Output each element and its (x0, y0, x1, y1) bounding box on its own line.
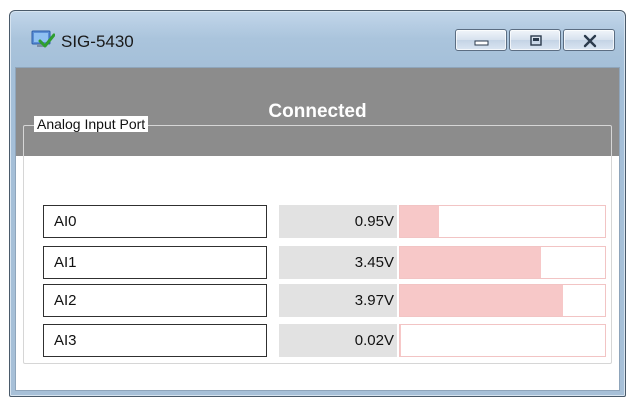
port-name-field[interactable]: AI3 (43, 324, 267, 357)
voltage-level-fill (400, 325, 401, 356)
voltage-level-bar (399, 324, 606, 357)
app-check-icon (31, 29, 56, 51)
port-name-field[interactable]: AI0 (43, 205, 267, 238)
analog-input-group-label: Analog Input Port (34, 116, 149, 132)
window-title: SIG-5430 (61, 32, 134, 51)
voltage-level-bar (399, 205, 606, 238)
voltage-level-fill (400, 285, 563, 316)
analog-port-row-ai1: AI1 3.45V (43, 246, 606, 280)
voltage-level-fill (400, 206, 439, 237)
voltage-level-bar (399, 284, 606, 317)
voltage-level-bar (399, 246, 606, 279)
minimize-icon (474, 40, 489, 46)
close-icon (583, 34, 597, 48)
port-voltage-readout: 0.95V (279, 205, 397, 238)
minimize-button[interactable] (455, 29, 507, 51)
close-button[interactable] (563, 29, 615, 51)
port-voltage-readout: 0.02V (279, 324, 397, 357)
analog-port-row-ai2: AI2 3.97V (43, 284, 606, 318)
port-voltage-readout: 3.97V (279, 284, 397, 317)
port-voltage-readout: 3.45V (279, 246, 397, 279)
port-name-field[interactable]: AI2 (43, 284, 267, 317)
maximize-button[interactable] (509, 29, 561, 51)
analog-port-row-ai3: AI3 0.02V (43, 324, 606, 358)
analog-port-row-ai0: AI0 0.95V (43, 205, 606, 239)
port-name-field[interactable]: AI1 (43, 246, 267, 279)
voltage-level-fill (400, 247, 542, 278)
connection-status-text: Connected (268, 101, 367, 122)
title-bar[interactable]: SIG-5430 (10, 11, 625, 67)
maximize-icon (530, 35, 542, 46)
